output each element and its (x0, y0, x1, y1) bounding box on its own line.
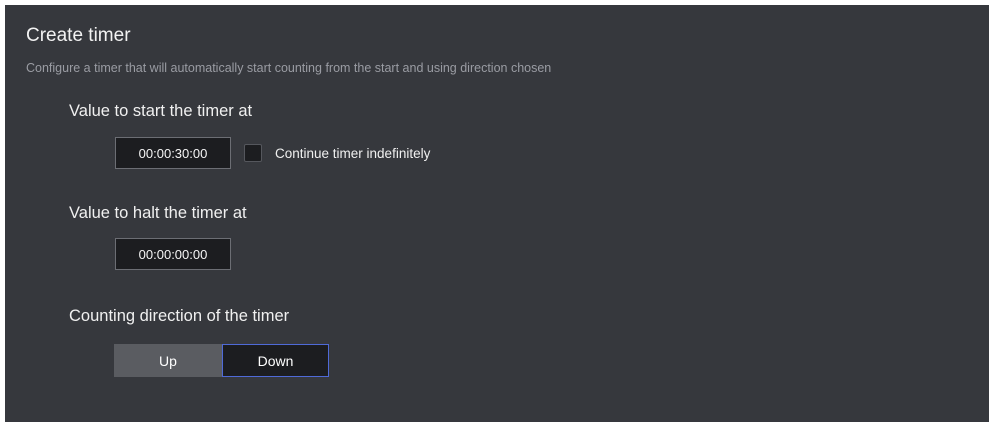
panel-subtitle: Configure a timer that will automaticall… (26, 61, 552, 75)
start-value-label: Value to start the timer at (69, 102, 253, 120)
direction-up-button[interactable]: Up (114, 344, 222, 377)
create-timer-panel: Create timer Configure a timer that will… (5, 5, 989, 422)
continue-indefinitely-checkbox[interactable]: Continue timer indefinitely (244, 142, 430, 164)
panel-title: Create timer (26, 25, 131, 46)
checkbox-box[interactable] (244, 144, 262, 162)
halt-value-label: Value to halt the timer at (69, 204, 247, 222)
direction-label: Counting direction of the timer (69, 307, 290, 325)
continue-indefinitely-label: Continue timer indefinitely (275, 145, 431, 161)
halt-value-input[interactable] (115, 238, 231, 270)
direction-down-button[interactable]: Down (222, 344, 329, 377)
start-value-input[interactable] (115, 137, 231, 169)
direction-toggle-group: Up Down (114, 344, 329, 377)
